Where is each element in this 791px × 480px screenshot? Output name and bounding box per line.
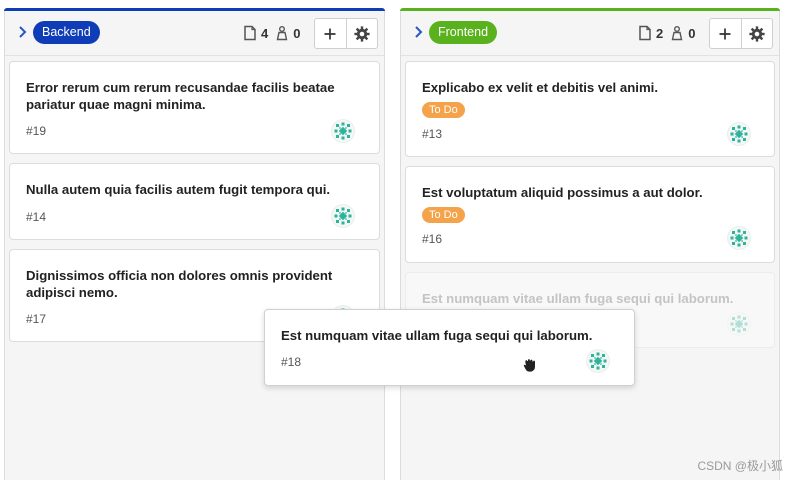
issue-title: Est numquam vitae ullam fuga sequi qui l… bbox=[422, 291, 734, 306]
list-counts: 2 0 bbox=[638, 23, 698, 43]
issue-title[interactable]: Dignissimos officia non dolores omnis pr… bbox=[26, 267, 346, 301]
chevron-right-icon[interactable] bbox=[17, 24, 29, 40]
list-settings-button[interactable] bbox=[345, 19, 378, 48]
issue-number: #13 bbox=[422, 127, 443, 141]
watermark: CSDN @极小狐 bbox=[697, 459, 783, 473]
issue-number: #16 bbox=[422, 232, 443, 246]
issue-card[interactable]: Error rerum cum rerum recusandae facilis… bbox=[9, 61, 380, 154]
issue-title[interactable]: Explicabo ex velit et debitis vel animi. bbox=[422, 79, 752, 96]
chevron-right-icon[interactable] bbox=[413, 24, 425, 40]
issues-icon bbox=[243, 25, 257, 41]
issue-count: 2 bbox=[656, 25, 664, 41]
label-badge-todo[interactable]: To Do bbox=[422, 102, 465, 118]
identicon-avatar[interactable] bbox=[727, 122, 751, 146]
list-counts: 4 0 bbox=[243, 23, 303, 43]
weight-icon bbox=[275, 25, 289, 41]
list-settings-button[interactable] bbox=[740, 19, 773, 48]
list-actions bbox=[314, 18, 378, 49]
issue-title[interactable]: Est voluptatum aliquid possimus a aut do… bbox=[422, 184, 752, 201]
gear-icon bbox=[749, 25, 765, 42]
issue-card[interactable]: Est voluptatum aliquid possimus a aut do… bbox=[405, 166, 775, 263]
identicon-avatar bbox=[727, 312, 751, 336]
list-header: Frontend 2 0 bbox=[401, 11, 779, 56]
list-header: Backend 4 0 bbox=[5, 11, 384, 56]
identicon-avatar[interactable] bbox=[331, 119, 355, 143]
identicon-avatar[interactable] bbox=[586, 349, 610, 373]
plus-icon bbox=[719, 28, 731, 39]
gear-icon bbox=[354, 25, 370, 42]
grab-hand-icon bbox=[521, 355, 539, 373]
weight-icon bbox=[670, 25, 684, 41]
issue-number: #18 bbox=[281, 355, 302, 369]
plus-icon bbox=[324, 28, 336, 39]
issue-count: 4 bbox=[261, 25, 269, 41]
assignee-count: 0 bbox=[688, 25, 696, 41]
issue-card[interactable]: Nulla autem quia facilis autem fugit tem… bbox=[9, 163, 380, 240]
dragging-issue-card[interactable]: Est numquam vitae ullam fuga sequi qui l… bbox=[264, 309, 635, 386]
issue-card[interactable]: Explicabo ex velit et debitis vel animi.… bbox=[405, 61, 775, 157]
issue-title[interactable]: Est numquam vitae ullam fuga sequi qui l… bbox=[281, 327, 611, 344]
issue-number: #14 bbox=[26, 210, 47, 224]
issue-number: #19 bbox=[26, 124, 47, 138]
issue-title[interactable]: Error rerum cum rerum recusandae facilis… bbox=[26, 79, 356, 113]
issues-icon bbox=[638, 25, 652, 41]
label-badge-todo[interactable]: To Do bbox=[422, 207, 465, 223]
issue-number: #17 bbox=[26, 312, 47, 326]
issue-title[interactable]: Nulla autem quia facilis autem fugit tem… bbox=[26, 181, 366, 198]
list-actions bbox=[709, 18, 773, 49]
identicon-avatar[interactable] bbox=[331, 204, 355, 228]
add-issue-button[interactable] bbox=[710, 19, 741, 48]
issue-board: Backend 4 0 Error rerum cum rerum recusa… bbox=[0, 0, 791, 480]
assignee-count: 0 bbox=[293, 25, 301, 41]
identicon-avatar[interactable] bbox=[727, 226, 751, 250]
add-issue-button[interactable] bbox=[315, 19, 346, 48]
list-label-pill[interactable]: Backend bbox=[33, 21, 100, 44]
list-label-pill[interactable]: Frontend bbox=[429, 21, 498, 44]
